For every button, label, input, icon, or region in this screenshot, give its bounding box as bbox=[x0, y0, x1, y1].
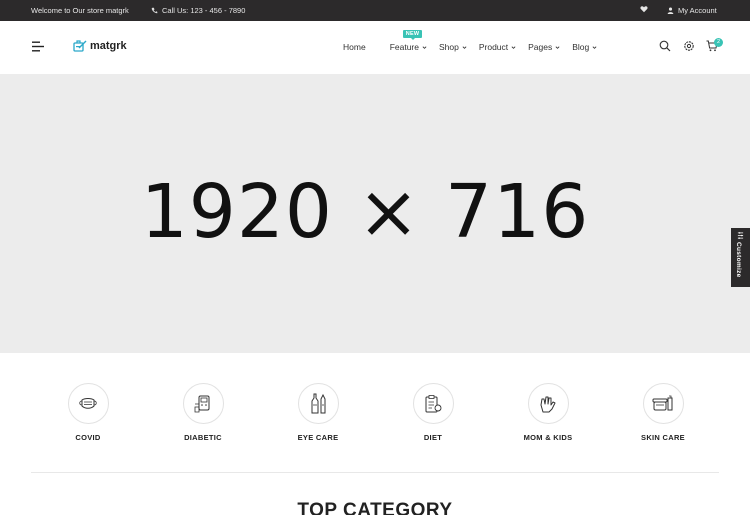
search-icon[interactable] bbox=[659, 40, 671, 52]
logo[interactable]: matgrk bbox=[73, 39, 127, 52]
sliders-icon bbox=[737, 232, 744, 239]
logo-icon bbox=[73, 40, 87, 52]
category-eye-care[interactable]: EYE CARE bbox=[273, 383, 363, 442]
header: matgrk Home NEW Feature Shop Product Pag… bbox=[0, 21, 750, 74]
my-account-link[interactable]: My Account bbox=[667, 6, 717, 15]
phone-info: Call Us: 123 - 456 - 7890 bbox=[151, 6, 245, 15]
cream-jar-icon bbox=[652, 395, 673, 410]
mask-icon bbox=[79, 397, 97, 409]
category-label: SKIN CARE bbox=[641, 433, 685, 442]
category-icon-circle bbox=[642, 383, 684, 424]
chevron-down-icon bbox=[592, 45, 597, 49]
chevron-down-icon bbox=[511, 45, 516, 49]
chevron-down-icon bbox=[462, 45, 467, 49]
category-skin-care[interactable]: SKIN CARE bbox=[618, 383, 708, 442]
chevron-down-icon bbox=[555, 45, 560, 49]
category-icon-circle bbox=[297, 383, 339, 424]
logo-text: matgrk bbox=[90, 39, 127, 52]
nav-shop[interactable]: Shop bbox=[439, 42, 467, 52]
heart-icon[interactable] bbox=[640, 5, 648, 13]
welcome-text: Welcome to Our store matgrk bbox=[31, 6, 129, 15]
nav-shop-label: Shop bbox=[438, 42, 459, 52]
cart-count-badge: 2 bbox=[714, 38, 723, 47]
eye-drops-icon bbox=[311, 393, 326, 413]
nav-blog[interactable]: Blog bbox=[572, 42, 597, 52]
customize-tab[interactable]: Customize bbox=[731, 228, 750, 287]
hand-icon bbox=[540, 396, 556, 412]
nav-product-label: Product bbox=[478, 42, 509, 52]
category-diet[interactable]: DIET bbox=[388, 383, 478, 442]
category-diabetic[interactable]: DIABETIC bbox=[158, 383, 248, 442]
nav-product[interactable]: Product bbox=[479, 42, 516, 52]
nav-home-label: Home bbox=[343, 42, 366, 52]
category-label: MOM & KIDS bbox=[523, 433, 573, 442]
hero-placeholder-text: 1920 × 716 bbox=[140, 169, 590, 255]
customize-label: Customize bbox=[735, 242, 742, 278]
main-nav: Home NEW Feature Shop Product Pages Blog bbox=[343, 30, 597, 52]
category-covid[interactable]: COVID bbox=[43, 383, 133, 442]
nav-home[interactable]: Home bbox=[343, 42, 366, 52]
glucose-meter-icon bbox=[194, 395, 210, 412]
chevron-down-icon bbox=[422, 45, 427, 49]
my-account-label: My Account bbox=[678, 6, 717, 15]
nav-pages-label: Pages bbox=[528, 42, 553, 52]
category-label: DIET bbox=[423, 433, 443, 442]
top-bar: Welcome to Our store matgrk Call Us: 123… bbox=[0, 0, 750, 21]
category-icon-circle bbox=[67, 383, 109, 424]
hamburger-menu-icon[interactable] bbox=[32, 41, 45, 52]
category-icon-circle bbox=[182, 383, 224, 424]
settings-icon[interactable] bbox=[683, 40, 695, 52]
nav-feature-label: Feature bbox=[389, 42, 419, 52]
hero-banner[interactable]: 1920 × 716 bbox=[0, 74, 750, 353]
nav-feature[interactable]: NEW Feature bbox=[389, 30, 427, 52]
category-label: COVID bbox=[75, 433, 101, 442]
category-icon-circle bbox=[527, 383, 569, 424]
nav-blog-label: Blog bbox=[572, 42, 590, 52]
section-divider bbox=[31, 472, 719, 473]
category-icon-circle bbox=[412, 383, 454, 424]
user-icon bbox=[667, 7, 674, 14]
nav-pages[interactable]: Pages bbox=[528, 42, 560, 52]
phone-text: Call Us: 123 - 456 - 7890 bbox=[162, 6, 246, 15]
category-mom-kids[interactable]: MOM & KIDS bbox=[503, 383, 593, 442]
category-label: EYE CARE bbox=[297, 433, 339, 442]
diet-plan-icon bbox=[425, 394, 442, 412]
category-label: DIABETIC bbox=[184, 433, 222, 442]
new-badge: NEW bbox=[402, 30, 423, 40]
section-title: TOP CATEGORY bbox=[297, 500, 453, 515]
phone-icon bbox=[151, 7, 158, 14]
